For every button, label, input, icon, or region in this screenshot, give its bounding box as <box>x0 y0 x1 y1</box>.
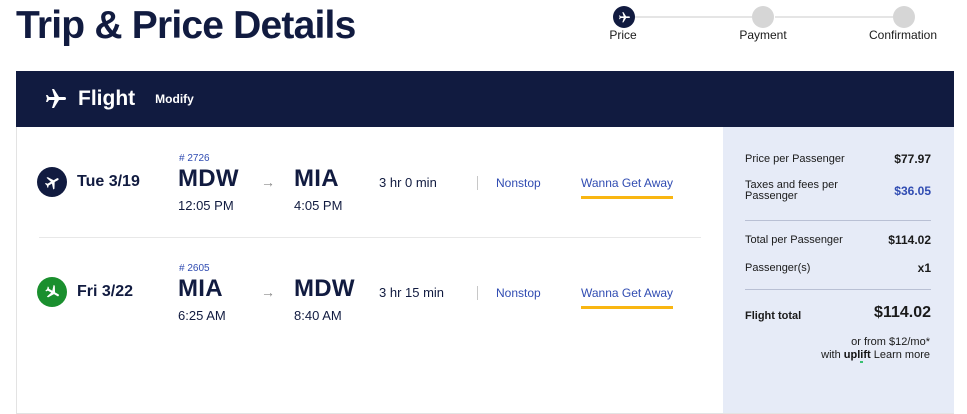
plane-icon <box>46 89 66 108</box>
uplift-monthly-text: or from $12/mo* <box>851 336 930 348</box>
flight-duration: 3 hr 15 min <box>379 285 445 300</box>
price-per-passenger-value: $77.97 <box>894 152 931 166</box>
step-confirmation-dot <box>893 6 915 28</box>
fare-type-link[interactable]: Wanna Get Away <box>581 176 674 199</box>
uplift-logo-part: ft <box>863 349 871 361</box>
flight-header-bar: Flight Modify <box>16 71 954 127</box>
flight-date: Tue 3/19 <box>77 173 140 190</box>
uplift-line: with uplift Learn more <box>821 349 930 363</box>
uplift-with-text: with <box>821 349 841 361</box>
arrive-time: 8:40 AM <box>294 308 342 323</box>
step-confirmation-label: Confirmation <box>868 28 938 42</box>
stops-link[interactable]: Nonstop <box>496 176 541 190</box>
taxes-label: Taxes and fees per Passenger <box>745 179 838 202</box>
depart-airport-code: MDW <box>178 165 239 192</box>
price-summary-panel: Price per Passenger $77.97 Taxes and fee… <box>723 127 954 413</box>
route-arrow-icon: → <box>261 174 275 190</box>
flight-total-row: Flight total $114.02 <box>745 304 931 322</box>
taxes-value[interactable]: $36.05 <box>894 184 931 198</box>
stepper-line-2 <box>775 16 893 18</box>
arrive-airport-code: MIA <box>294 165 339 192</box>
uplift-logo-part: upl <box>843 349 861 361</box>
flight-number: # 2726 <box>179 153 210 164</box>
step-payment-label: Payment <box>739 28 787 42</box>
flight-number: # 2605 <box>179 263 210 274</box>
price-per-passenger-label: Price per Passenger <box>745 152 845 165</box>
modify-link[interactable]: Modify <box>155 92 194 106</box>
price-per-passenger-row: Price per Passenger $77.97 <box>745 152 931 166</box>
step-payment-dot <box>752 6 774 28</box>
page-title: Trip & Price Details <box>16 4 356 47</box>
trip-card: Tue 3/19 # 2726 MDW 12:05 PM → MIA 4:05 … <box>16 127 954 414</box>
plane-return-icon <box>37 277 67 307</box>
passengers-count: x1 <box>917 261 931 275</box>
total-per-passenger-row: Total per Passenger $114.02 <box>745 233 931 247</box>
flight-row-return: Fri 3/22 # 2605 MIA 6:25 AM → MDW 8:40 A… <box>17 237 723 347</box>
row-separator <box>477 176 478 190</box>
plane-departure-icon <box>37 167 67 197</box>
depart-airport-code: MIA <box>178 275 223 302</box>
flight-section-title: Flight <box>78 87 136 110</box>
progress-stepper: Price Payment Confirmation <box>600 6 950 46</box>
total-per-passenger-value: $114.02 <box>888 233 931 247</box>
passengers-label: Passenger(s) <box>745 261 811 274</box>
step-price-label: Price <box>609 28 637 42</box>
summary-divider <box>745 220 931 221</box>
uplift-logo: uplift <box>844 349 871 363</box>
depart-time: 6:25 AM <box>178 308 226 323</box>
stepper-line-1 <box>634 16 752 18</box>
step-price-dot <box>613 6 635 28</box>
fare-type-link[interactable]: Wanna Get Away <box>581 286 674 309</box>
plane-icon <box>618 11 630 22</box>
stops-link[interactable]: Nonstop <box>496 286 541 300</box>
arrive-airport-code: MDW <box>294 275 355 302</box>
row-separator <box>477 286 478 300</box>
depart-time: 12:05 PM <box>178 198 234 213</box>
route-arrow-icon: → <box>261 284 275 300</box>
learn-more-link[interactable]: Learn more <box>874 349 930 361</box>
arrive-time: 4:05 PM <box>294 198 343 213</box>
summary-divider <box>745 289 931 290</box>
flight-total-label: Flight total <box>745 310 802 322</box>
flight-duration: 3 hr 0 min <box>379 175 437 190</box>
flight-date: Fri 3/22 <box>77 283 134 300</box>
flight-total-value: $114.02 <box>874 304 931 321</box>
passengers-row: Passenger(s) x1 <box>745 261 931 275</box>
total-per-passenger-label: Total per Passenger <box>745 233 843 246</box>
flight-row-outbound: Tue 3/19 # 2726 MDW 12:05 PM → MIA 4:05 … <box>17 127 723 237</box>
taxes-row: Taxes and fees per Passenger $36.05 <box>745 180 931 202</box>
